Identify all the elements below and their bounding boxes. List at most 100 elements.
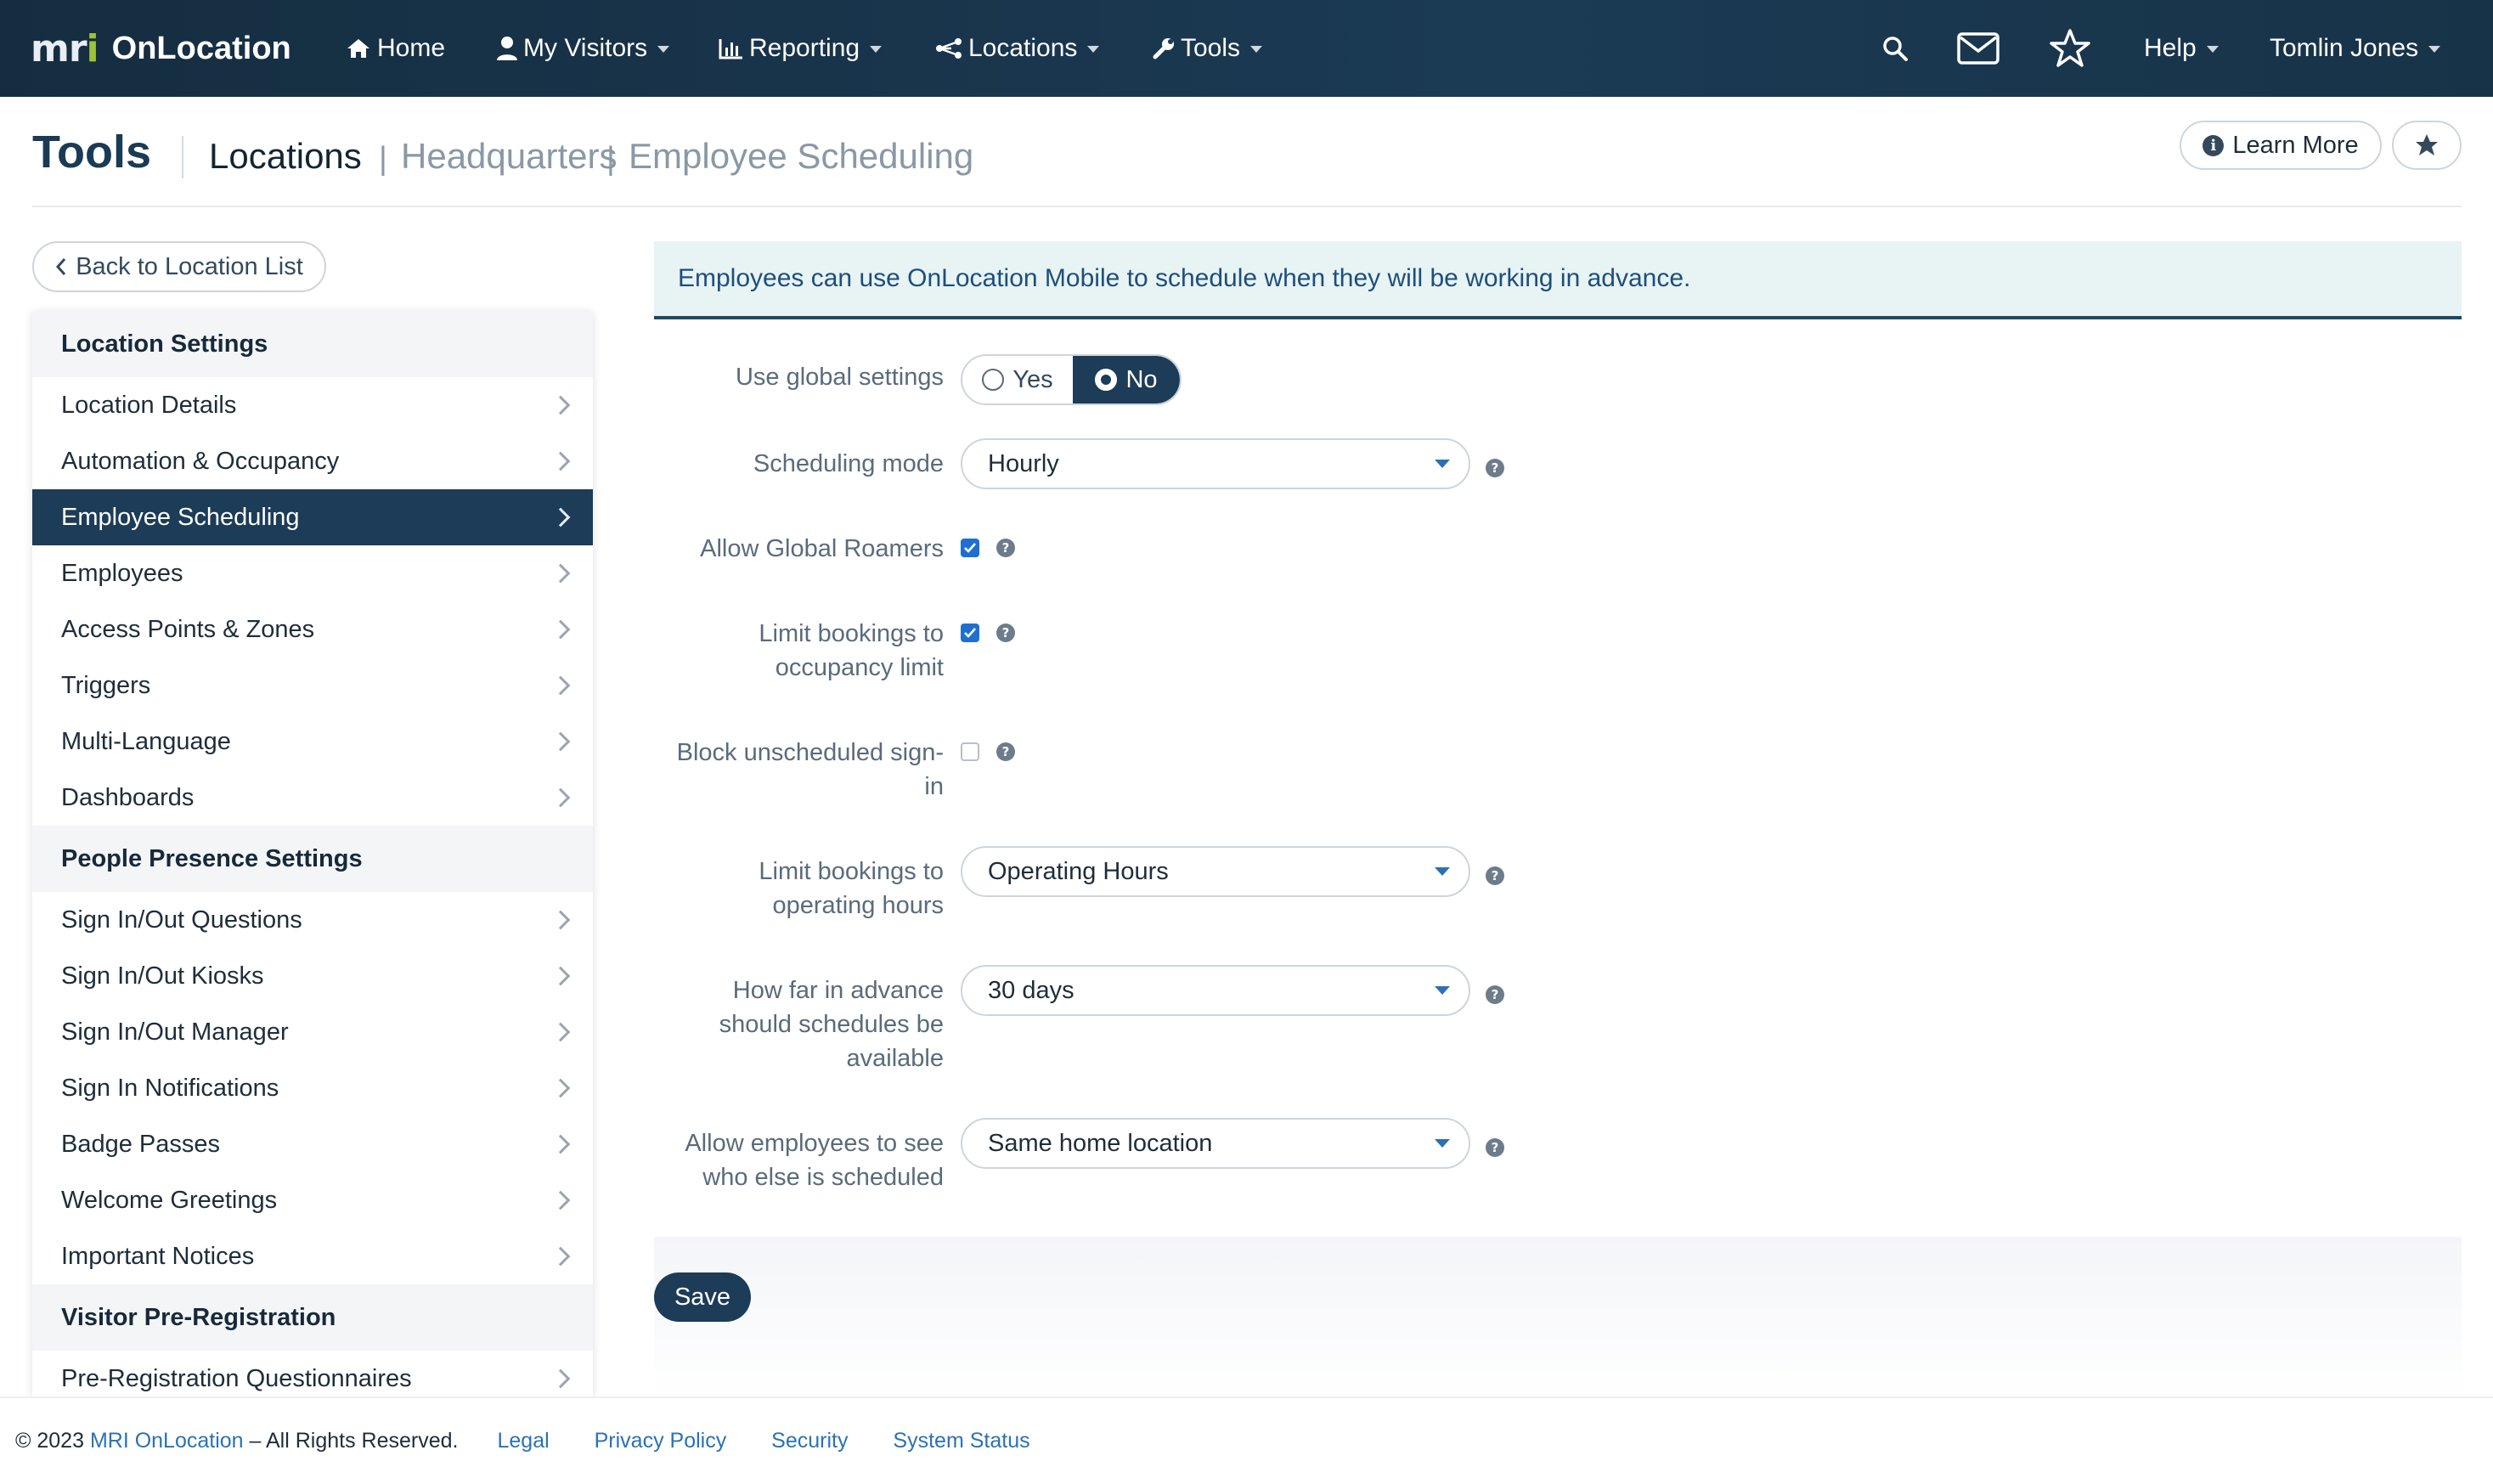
scheduling-mode-label: Scheduling mode xyxy=(753,450,944,477)
label-line: in xyxy=(924,773,944,800)
system-status-link[interactable]: System Status xyxy=(893,1429,1029,1453)
sidebar-item-badge-passes[interactable]: Badge Passes xyxy=(32,1116,593,1172)
back-to-location-list-button[interactable]: Back to Location List xyxy=(32,241,326,292)
nav-home[interactable]: Home xyxy=(345,29,445,68)
back-label: Back to Location List xyxy=(76,252,303,280)
limit-operating-hours-value: Operating Hours xyxy=(988,857,1169,885)
sidebar-item-label: Sign In/Out Manager xyxy=(61,1018,289,1046)
help-icon[interactable]: ? xyxy=(1486,1138,1504,1157)
label-line: should schedules be xyxy=(719,1011,944,1038)
sidebar-item-sign-in-notifications[interactable]: Sign In Notifications xyxy=(32,1060,593,1116)
sitemap-icon xyxy=(936,38,962,59)
scheduling-mode-select[interactable]: Hourly xyxy=(961,438,1470,489)
sidebar-item-label: Pre-Registration Questionnaires xyxy=(61,1364,412,1392)
label-line: available xyxy=(846,1045,944,1072)
user-menu[interactable]: Tomlin Jones xyxy=(2270,29,2441,68)
favorites-button[interactable] xyxy=(2049,25,2091,71)
sidebar-item-dashboards[interactable]: Dashboards xyxy=(32,770,593,826)
label-line: Block unscheduled sign- xyxy=(676,739,944,766)
privacy-policy-link[interactable]: Privacy Policy xyxy=(595,1429,727,1453)
logo-name: OnLocation xyxy=(111,30,291,66)
help-icon[interactable]: ? xyxy=(996,742,1015,761)
chevron-right-icon xyxy=(550,619,571,640)
chevron-right-icon xyxy=(550,675,571,696)
nav-my-visitors[interactable]: My Visitors xyxy=(496,29,670,68)
help-icon[interactable]: ? xyxy=(1486,985,1504,1004)
label-line: who else is scheduled xyxy=(702,1164,944,1191)
nav-home-label: Home xyxy=(377,34,446,62)
sidebar-item-label: Employees xyxy=(61,559,183,587)
advance-availability-select[interactable]: 30 days xyxy=(961,965,1470,1016)
nav-tools[interactable]: Tools xyxy=(1152,29,1263,68)
sidebar-item-pre-registration-questionnaires[interactable]: Pre-Registration Questionnaires xyxy=(32,1351,593,1397)
sidebar-item-label: Badge Passes xyxy=(61,1130,221,1158)
breadcrumb-locations: Locations xyxy=(209,136,362,176)
use-global-settings-toggle[interactable]: Yes No xyxy=(961,354,1182,405)
dropdown-arrow-icon xyxy=(1435,986,1450,995)
security-link[interactable]: Security xyxy=(771,1429,848,1453)
save-button[interactable]: Save xyxy=(654,1272,751,1322)
sidebar-item-automation-occupancy[interactable]: Automation & Occupancy xyxy=(32,433,593,489)
learn-more-label: Learn More xyxy=(2232,131,2359,159)
app-logo[interactable]: mri OnLocation xyxy=(31,25,291,71)
nav-reporting[interactable]: Reporting xyxy=(719,29,883,68)
help-icon[interactable]: ? xyxy=(996,539,1015,557)
info-icon: i xyxy=(2203,134,2225,156)
global-no-option[interactable]: No xyxy=(1072,356,1180,403)
nav-locations[interactable]: Locations xyxy=(934,29,1100,68)
chevron-right-icon xyxy=(550,563,571,584)
label-line: occupancy limit xyxy=(775,654,944,681)
nav-tools-label: Tools xyxy=(1181,34,1241,62)
chevron-right-icon xyxy=(550,1190,571,1210)
brand-link[interactable]: MRI OnLocation xyxy=(90,1429,244,1453)
label-line: Limit bookings to xyxy=(759,858,944,885)
sidebar-section-heading: Visitor Pre-Registration xyxy=(32,1284,593,1351)
breadcrumb-employee-scheduling: Employee Scheduling xyxy=(629,136,974,176)
messages-button[interactable] xyxy=(1957,25,1999,71)
logo-mark: mri xyxy=(31,26,99,71)
sidebar-item-label: Welcome Greetings xyxy=(61,1186,278,1214)
nav-reporting-label: Reporting xyxy=(749,34,860,62)
top-navbar: mri OnLocation Home My Visitors Reportin… xyxy=(0,0,2493,97)
see-scheduled-value: Same home location xyxy=(988,1129,1213,1157)
help-icon[interactable]: ? xyxy=(1486,866,1504,885)
help-icon[interactable]: ? xyxy=(1486,459,1504,477)
limit-operating-hours-label: Limit bookings to operating hours xyxy=(759,855,944,923)
sidebar-item-welcome-greetings[interactable]: Welcome Greetings xyxy=(32,1172,593,1228)
block-unscheduled-checkbox[interactable] xyxy=(961,742,979,761)
sidebar-item-sign-in-out-manager[interactable]: Sign In/Out Manager xyxy=(32,1004,593,1060)
limit-occupancy-checkbox[interactable] xyxy=(961,624,979,642)
sidebar-item-sign-in-out-questions[interactable]: Sign In/Out Questions xyxy=(32,892,593,948)
help-icon[interactable]: ? xyxy=(996,624,1015,642)
envelope-icon xyxy=(1957,32,1999,65)
sidebar-item-access-points-zones[interactable]: Access Points & Zones xyxy=(32,601,593,657)
nav-help[interactable]: Help xyxy=(2144,29,2219,68)
sidebar-item-label: Employee Scheduling xyxy=(61,503,300,531)
sidebar-item-triggers[interactable]: Triggers xyxy=(32,657,593,714)
legal-link[interactable]: Legal xyxy=(497,1429,549,1453)
sidebar-item-location-details[interactable]: Location Details xyxy=(32,377,593,433)
info-banner: Employees can use OnLocation Mobile to s… xyxy=(654,241,2462,319)
checkmark-icon xyxy=(964,543,976,553)
dropdown-arrow-icon xyxy=(1435,460,1450,468)
sidebar-item-sign-in-out-kiosks[interactable]: Sign In/Out Kiosks xyxy=(32,948,593,1004)
sidebar-item-employees[interactable]: Employees xyxy=(32,545,593,601)
chevron-right-icon xyxy=(550,395,571,415)
sidebar-item-important-notices[interactable]: Important Notices xyxy=(32,1228,593,1284)
see-scheduled-select[interactable]: Same home location xyxy=(961,1118,1470,1169)
search-button[interactable] xyxy=(1881,25,1909,71)
limit-operating-hours-select[interactable]: Operating Hours xyxy=(961,846,1470,897)
sidebar-item-employee-scheduling[interactable]: Employee Scheduling xyxy=(32,489,593,545)
sidebar-item-label: Access Points & Zones xyxy=(61,615,315,643)
global-no-label: No xyxy=(1125,365,1158,393)
allow-global-roamers-checkbox[interactable] xyxy=(961,539,979,557)
advance-availability-value: 30 days xyxy=(988,976,1074,1004)
sidebar-item-multi-language[interactable]: Multi-Language xyxy=(32,714,593,770)
learn-more-button[interactable]: i Learn More xyxy=(2180,121,2382,170)
favorite-page-button[interactable] xyxy=(2392,121,2462,170)
chevron-right-icon xyxy=(550,1368,571,1389)
nav-my-visitors-label: My Visitors xyxy=(523,34,648,62)
copyright-suffix: – All Rights Reserved. xyxy=(249,1429,459,1453)
user-icon xyxy=(497,37,517,60)
global-yes-option[interactable]: Yes xyxy=(962,356,1073,403)
